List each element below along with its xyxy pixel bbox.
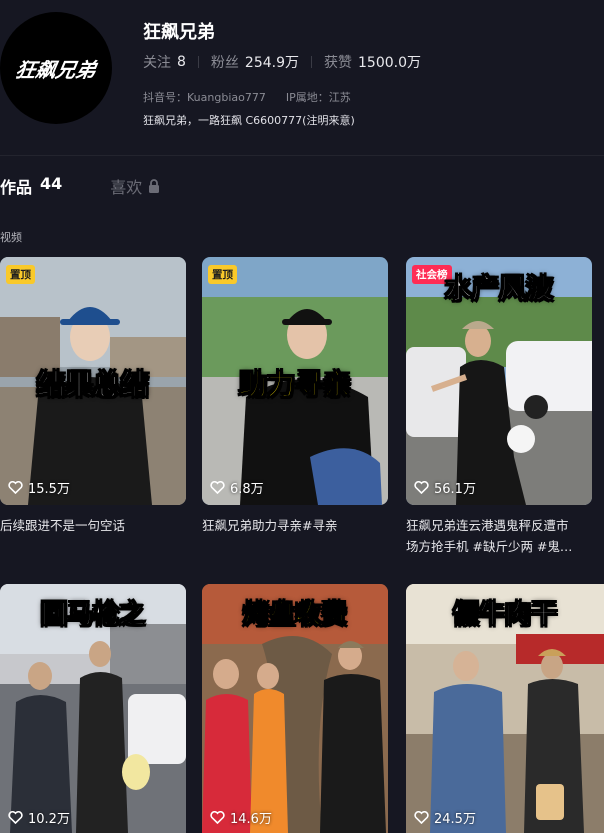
video-likes-count: 24.5万 (434, 812, 476, 827)
lock-icon (149, 179, 160, 193)
profile-stats: 关注 8 粉丝 254.9万 获赞 1500.0万 (143, 52, 421, 72)
tab-likes[interactable]: 喜欢 (110, 174, 160, 198)
video-card[interactable]: 置顶 结果总结 15.5万 (0, 257, 186, 505)
ip-location: IP属地：江苏 (285, 91, 351, 104)
section-label-videos: 视频 (0, 231, 22, 244)
video-card[interactable]: 回马枪之 10.2万 (0, 584, 186, 833)
video-overlay-title: 烤盘收费 (242, 600, 347, 631)
douyin-id: 抖音号：Kuangbiao777 (143, 91, 266, 104)
video-likes-count: 15.5万 (28, 482, 70, 497)
video-likes-count: 6.8万 (230, 482, 264, 497)
video-caption-line: 狂飙兄弟连云港遇鬼秤反遭市 (406, 518, 569, 533)
followers-label[interactable]: 粉丝 (211, 52, 239, 72)
heart-icon (414, 481, 429, 494)
video-caption[interactable]: 狂飙兄弟助力寻亲#寻亲 (202, 515, 402, 536)
video-card[interactable]: 假牛肉干 24.5万 (406, 584, 604, 833)
video-card[interactable]: 置顶 助力寻亲 6.8万 (202, 257, 388, 505)
heart-icon (414, 811, 429, 824)
video-overlay-title: 假牛肉干 (452, 600, 557, 631)
avatar-text: 狂飙兄弟 (13, 57, 98, 82)
tab-works[interactable]: 作品 44 (0, 174, 62, 198)
video-likes-count: 10.2万 (28, 812, 70, 827)
stat-divider (311, 56, 313, 68)
video-overlay-title: 回马枪之 (40, 600, 145, 631)
tab-works-count: 44 (40, 174, 63, 193)
pinned-badge: 置顶 (6, 265, 35, 284)
avatar[interactable]: 狂飙兄弟 (0, 12, 112, 124)
video-likes: 14.6万 (210, 808, 272, 827)
video-caption[interactable]: 狂飙兄弟连云港遇鬼秤反遭市 场方抢手机 #缺斤少两 #鬼… (406, 515, 604, 557)
video-overlay-title: 结果总结 (36, 368, 149, 402)
video-caption[interactable]: 后续跟进不是一句空话 (0, 515, 200, 536)
heart-icon (8, 481, 23, 494)
likes-label: 获赞 (324, 55, 353, 71)
tab-likes-label: 喜欢 (110, 178, 143, 197)
video-likes: 6.8万 (210, 478, 264, 497)
profile-header: 狂飙兄弟 狂飙兄弟 关注 8 粉丝 254.9万 获赞 1500.0万 抖音号：… (0, 0, 604, 156)
video-caption-line: 场方抢手机 #缺斤少两 #鬼… (406, 539, 573, 554)
heart-icon (8, 811, 23, 824)
pinned-badge: 置顶 (208, 265, 237, 284)
video-overlay-title: 水产风波 (445, 274, 554, 306)
video-likes-count: 14.6万 (230, 812, 272, 827)
stat-divider (197, 56, 199, 68)
video-card[interactable]: 烤盘收费 14.6万 (202, 584, 388, 833)
tab-works-label: 作品 (0, 178, 33, 197)
heart-icon (210, 811, 225, 824)
video-likes: 24.5万 (414, 808, 476, 827)
likes-count: 1500.0万 (358, 55, 422, 71)
following-count[interactable]: 8 (177, 54, 186, 70)
profile-name: 狂飙兄弟 (143, 22, 215, 43)
video-likes-count: 56.1万 (434, 482, 476, 497)
video-card[interactable]: 社会榜 水产风波 56.1万 (406, 257, 592, 505)
profile-bio: 狂飙兄弟，一路狂飙 C6600777(注明来意) (143, 114, 355, 127)
video-likes: 15.5万 (8, 478, 70, 497)
video-likes: 10.2万 (8, 808, 70, 827)
profile-meta: 抖音号：Kuangbiao777 IP属地：江苏 (143, 89, 351, 105)
profile-tabs: 作品 44 喜欢 (0, 174, 160, 198)
video-overlay-title: 助力寻亲 (238, 368, 351, 402)
video-likes: 56.1万 (414, 478, 476, 497)
following-label[interactable]: 关注 (143, 52, 171, 72)
heart-icon (210, 481, 225, 494)
followers-count[interactable]: 254.9万 (245, 52, 299, 72)
